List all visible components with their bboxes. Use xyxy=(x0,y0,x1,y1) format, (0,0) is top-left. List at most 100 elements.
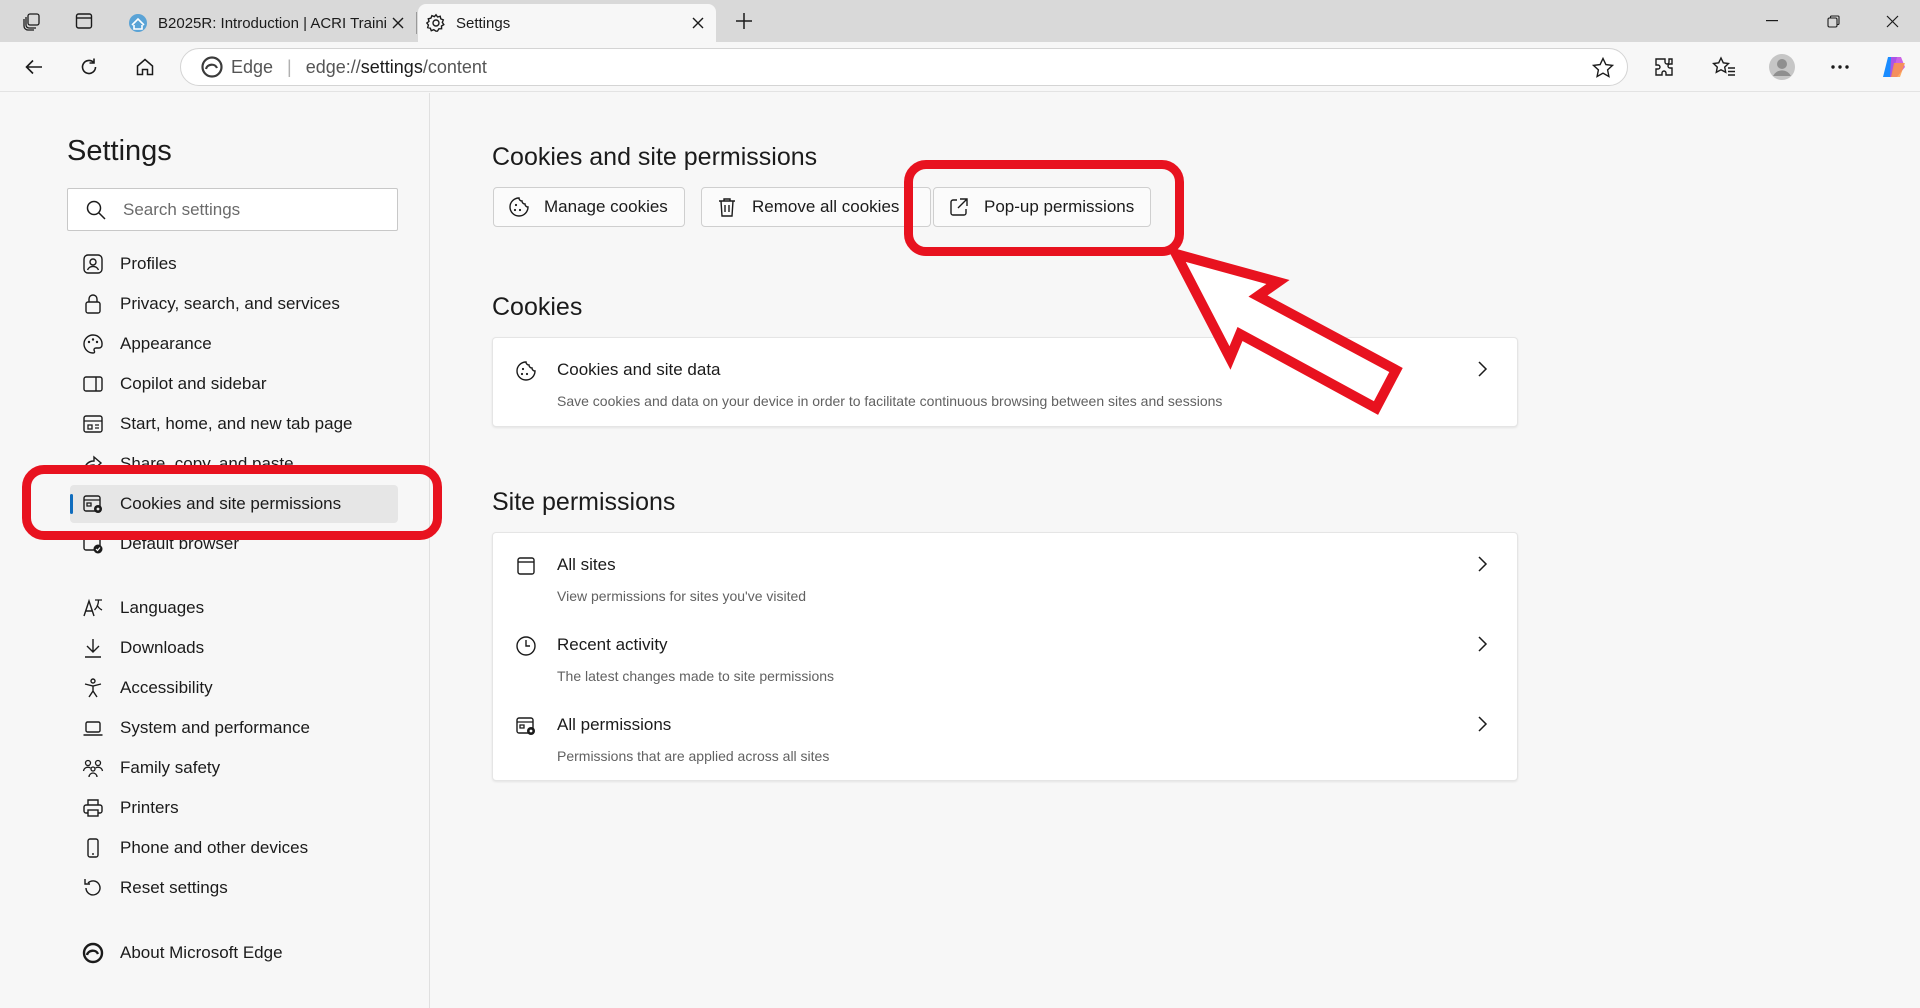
row-description: Save cookies and data on your device in … xyxy=(557,393,1223,409)
sidebar-item-label: Phone and other devices xyxy=(120,838,309,857)
search-settings-box[interactable] xyxy=(67,188,398,231)
sidebar-item-family[interactable]: Family safety xyxy=(70,749,398,787)
site-identity[interactable]: Edge xyxy=(231,57,273,78)
close-tab-icon[interactable] xyxy=(688,13,708,33)
page-icon xyxy=(517,557,535,575)
trash-icon xyxy=(719,198,735,217)
languages-icon xyxy=(83,598,103,617)
sidebar-item-copilot[interactable]: Copilot and sidebar xyxy=(70,365,398,403)
all-permissions-row[interactable]: All permissions Permissions that are app… xyxy=(493,693,1517,773)
sidebar-item-about[interactable]: About Microsoft Edge xyxy=(70,934,398,972)
sidebar-icon xyxy=(83,376,103,392)
search-icon xyxy=(86,200,106,220)
row-title: Cookies and site data xyxy=(557,360,721,379)
sidebar-item-privacy[interactable]: Privacy, search, and services xyxy=(70,285,398,323)
sidebar-item-label: Printers xyxy=(120,798,179,817)
cookies-heading: Cookies xyxy=(492,293,583,321)
back-button[interactable] xyxy=(16,51,52,83)
home-page-icon xyxy=(83,415,103,433)
url-text[interactable]: edge://settings/content xyxy=(306,57,487,78)
lock-icon xyxy=(85,294,101,314)
button-label: Manage cookies xyxy=(544,197,668,216)
laptop-icon xyxy=(83,721,103,736)
printer-icon xyxy=(83,799,103,817)
copilot-icon[interactable] xyxy=(1876,51,1912,83)
sidebar-item-downloads[interactable]: Downloads xyxy=(70,629,398,667)
restore-button[interactable] xyxy=(1803,0,1863,42)
profile-avatar[interactable] xyxy=(1764,51,1800,83)
chevron-right-icon xyxy=(1478,556,1488,572)
permissions-icon xyxy=(516,717,535,735)
sidebar-item-profiles[interactable]: Profiles xyxy=(70,245,398,283)
sidebar-item-printers[interactable]: Printers xyxy=(70,789,398,827)
row-title: Recent activity xyxy=(557,635,668,654)
sidebar-item-label: Family safety xyxy=(120,758,221,777)
manage-cookies-button[interactable]: Manage cookies xyxy=(493,187,685,227)
sidebar-item-start-home[interactable]: Start, home, and new tab page xyxy=(70,405,398,443)
chevron-right-icon xyxy=(1478,636,1488,652)
favorite-star-icon[interactable] xyxy=(1591,56,1615,80)
site-permissions-card: All sites View permissions for sites you… xyxy=(492,532,1518,781)
sidebar-item-accessibility[interactable]: Accessibility xyxy=(70,669,398,707)
sidebar-item-label: About Microsoft Edge xyxy=(120,943,283,962)
sidebar-item-phone[interactable]: Phone and other devices xyxy=(70,829,398,867)
sidebar-item-reset[interactable]: Reset settings xyxy=(70,869,398,907)
close-tab-icon[interactable] xyxy=(388,13,408,33)
chevron-right-icon xyxy=(1478,361,1488,377)
sidebar-item-languages[interactable]: Languages xyxy=(70,589,398,627)
settings-sidebar: Settings Profiles Privacy, search, and s… xyxy=(0,93,430,1008)
recent-activity-row[interactable]: Recent activity The latest changes made … xyxy=(493,613,1517,693)
toolbar: Edge | edge://settings/content xyxy=(0,42,1920,92)
profile-icon xyxy=(83,254,103,274)
highlight-popup-permissions xyxy=(904,160,1184,256)
button-label: Remove all cookies xyxy=(752,197,900,216)
sidebar-item-label: Languages xyxy=(120,598,205,617)
sidebar-item-label: Reset settings xyxy=(120,878,228,897)
tab-title: Settings xyxy=(456,14,511,32)
section-title: Cookies and site permissions xyxy=(492,143,818,171)
edge-logo-icon xyxy=(201,56,223,78)
tab-strip: B2025R: Introduction | ACRI Traini Setti… xyxy=(0,0,1920,42)
refresh-button[interactable] xyxy=(71,51,107,83)
close-window-button[interactable] xyxy=(1862,0,1920,42)
settings-title: Settings xyxy=(67,135,172,167)
family-icon xyxy=(82,759,104,778)
sidebar-item-appearance[interactable]: Appearance xyxy=(70,325,398,363)
site-permissions-heading: Site permissions xyxy=(492,488,676,516)
row-description: The latest changes made to site permissi… xyxy=(557,668,835,684)
sidebar-item-label: Privacy, search, and services xyxy=(120,294,340,313)
favorites-icon[interactable] xyxy=(1706,51,1742,83)
address-bar[interactable]: Edge | edge://settings/content xyxy=(180,48,1628,86)
address-divider: | xyxy=(287,56,292,77)
extensions-icon[interactable] xyxy=(1646,51,1682,83)
search-input[interactable] xyxy=(123,199,383,220)
all-sites-row[interactable]: All sites View permissions for sites you… xyxy=(493,533,1517,613)
palette-icon xyxy=(83,334,103,354)
row-description: View permissions for sites you've visite… xyxy=(557,588,807,604)
vertical-tabs-icon[interactable] xyxy=(68,6,100,36)
chevron-right-icon xyxy=(1478,716,1488,732)
acri-favicon-icon xyxy=(128,13,148,33)
cookie-icon xyxy=(509,197,529,217)
phone-icon xyxy=(87,838,99,858)
edge-logo-icon xyxy=(82,942,104,964)
sidebar-item-label: Profiles xyxy=(120,254,177,273)
sidebar-item-system[interactable]: System and performance xyxy=(70,709,398,747)
workspaces-icon[interactable] xyxy=(16,6,48,36)
new-tab-button[interactable] xyxy=(728,6,760,36)
tab-settings[interactable]: Settings xyxy=(418,4,716,42)
row-title: All permissions xyxy=(557,715,672,734)
accessibility-icon xyxy=(84,678,102,698)
home-button[interactable] xyxy=(127,51,163,83)
more-options-icon[interactable] xyxy=(1822,51,1858,83)
sidebar-item-label: Downloads xyxy=(120,638,205,657)
row-title: All sites xyxy=(557,555,616,574)
remove-all-cookies-button[interactable]: Remove all cookies xyxy=(701,187,931,227)
tab-acri[interactable]: B2025R: Introduction | ACRI Traini xyxy=(120,4,416,42)
sidebar-item-label: Accessibility xyxy=(120,678,213,697)
sidebar-item-label: Start, home, and new tab page xyxy=(120,414,353,433)
minimize-button[interactable] xyxy=(1742,0,1802,42)
row-description: Permissions that are applied across all … xyxy=(557,748,830,764)
tab-title: B2025R: Introduction | ACRI Traini xyxy=(158,14,388,32)
tab-divider xyxy=(416,12,417,34)
